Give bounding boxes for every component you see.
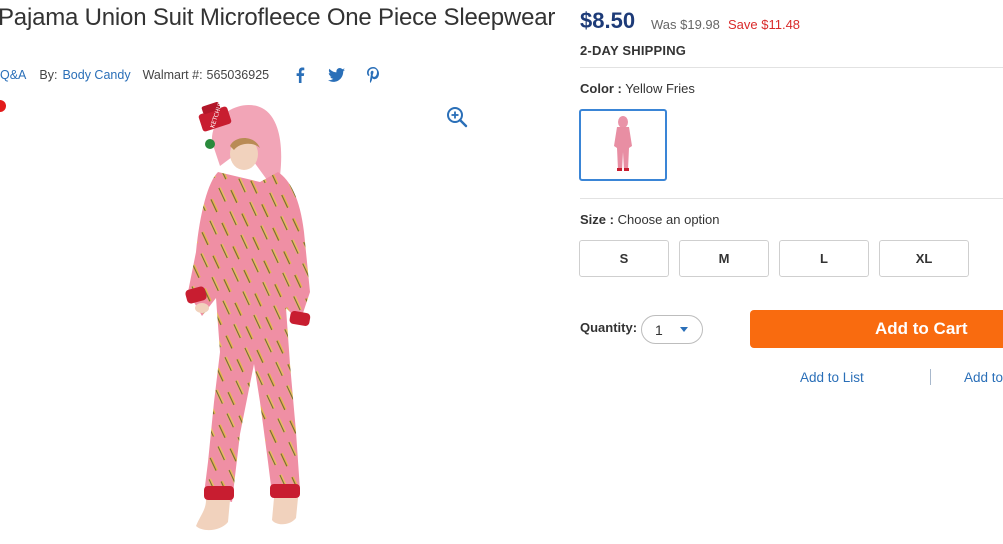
qa-link[interactable]: Q&A [0, 68, 26, 82]
badge-dot [0, 100, 6, 112]
color-selected-value: Yellow Fries [625, 81, 695, 96]
action-divider [930, 369, 931, 385]
zoom-in-icon[interactable] [446, 106, 468, 128]
size-row: Size : Choose an option [580, 212, 720, 227]
chevron-down-icon [680, 327, 688, 332]
quantity-label: Quantity: [580, 320, 638, 335]
size-option-l[interactable]: L [779, 240, 869, 277]
quantity-value: 1 [655, 321, 663, 338]
savings-text: Save $11.48 [728, 17, 801, 32]
color-swatch-yellow-fries[interactable] [579, 109, 667, 181]
brand-link[interactable]: Body Candy [62, 68, 130, 82]
pinterest-icon[interactable] [367, 67, 380, 83]
size-label: Size : [580, 212, 614, 227]
size-prompt: Choose an option [617, 212, 720, 227]
size-option-s[interactable]: S [579, 240, 669, 277]
shipping-badge: 2-DAY SHIPPING [580, 43, 687, 58]
size-option-m[interactable]: M [679, 240, 769, 277]
product-image[interactable]: KETCHUP [150, 100, 360, 539]
add-to-cart-button[interactable]: Add to Cart [750, 310, 1003, 348]
was-price: Was $19.98 [651, 17, 720, 32]
color-label: Color : [580, 81, 622, 96]
by-label: By: [39, 68, 58, 82]
twitter-icon[interactable] [328, 68, 346, 82]
size-option-xl[interactable]: XL [879, 240, 969, 277]
add-to-registry-link[interactable]: Add to [964, 370, 1003, 385]
divider [580, 198, 1003, 199]
walmart-number-label: Walmart #: [142, 68, 203, 82]
divider [580, 67, 1003, 68]
quantity-select[interactable]: 1 [641, 315, 703, 344]
add-to-list-link[interactable]: Add to List [800, 370, 864, 385]
color-row: Color : Yellow Fries [580, 81, 695, 96]
facebook-icon[interactable] [295, 67, 305, 83]
product-meta-row: Q&A By: Body Candy Walmart #: 565036925 [0, 67, 380, 83]
walmart-number: 565036925 [206, 68, 270, 82]
current-price: $8.50 [580, 8, 636, 33]
product-title: Pajama Union Suit Microfleece One Piece … [0, 4, 556, 31]
swatch-thumbnail-icon [614, 116, 632, 171]
